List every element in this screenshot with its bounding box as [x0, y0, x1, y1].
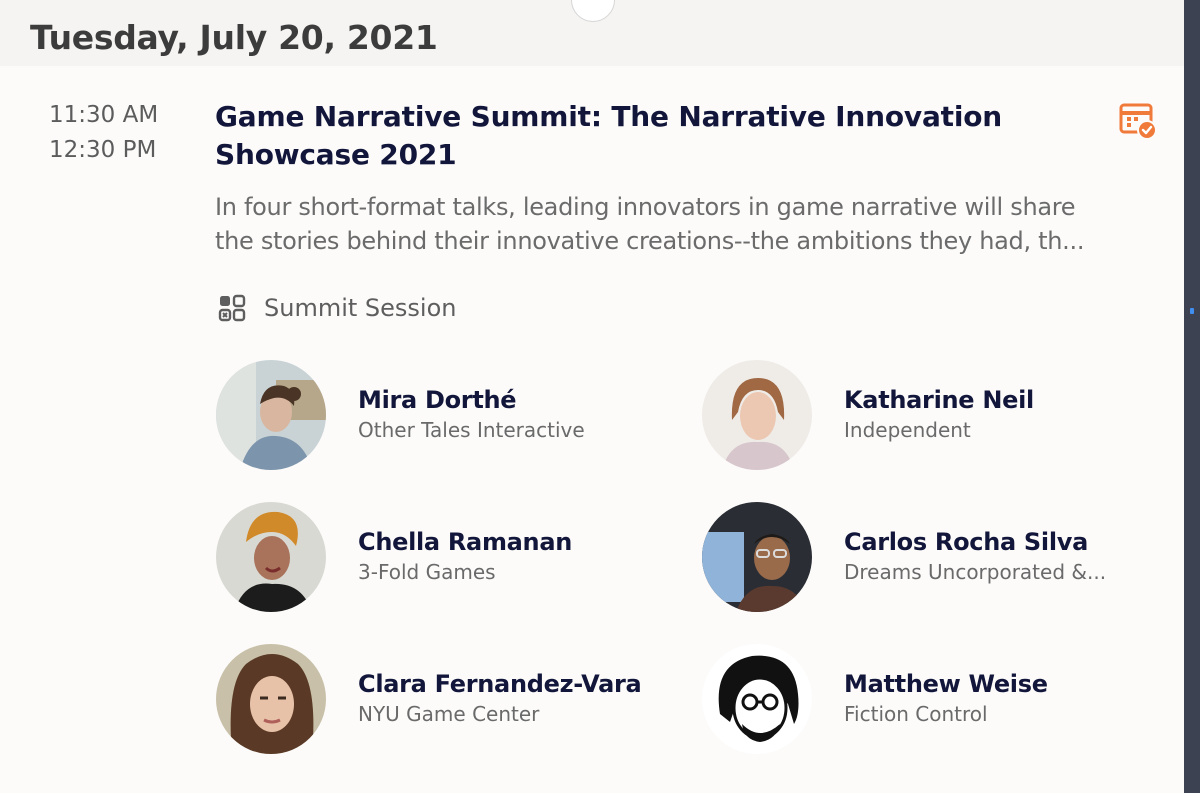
- session-type-label: Summit Session: [264, 294, 457, 322]
- speaker-name: Matthew Weise: [844, 670, 1048, 698]
- session-type: Summit Session: [218, 292, 456, 324]
- avatar: [216, 502, 326, 612]
- speaker-item[interactable]: Matthew Weise Fiction Control: [702, 644, 1144, 754]
- speaker-name: Katharine Neil: [844, 386, 1034, 414]
- avatar: [702, 360, 812, 470]
- speaker-org: NYU Game Center: [358, 702, 540, 726]
- end-time: 12:30 PM: [49, 137, 157, 163]
- speaker-item[interactable]: Chella Ramanan 3-Fold Games: [216, 502, 658, 612]
- description-line: In four short-format talks, leading inno…: [215, 193, 1076, 221]
- speaker-name: Mira Dorthé: [358, 386, 517, 414]
- speaker-item[interactable]: Clara Fernandez-Vara NYU Game Center: [216, 644, 658, 754]
- speaker-item[interactable]: Katharine Neil Independent: [702, 360, 1144, 470]
- speaker-name: Carlos Rocha Silva: [844, 528, 1089, 556]
- speaker-name: Clara Fernandez-Vara: [358, 670, 642, 698]
- speaker-org: Independent: [844, 418, 971, 442]
- speaker-org: 3-Fold Games: [358, 560, 496, 584]
- avatar: [216, 644, 326, 754]
- start-time: 11:30 AM: [49, 102, 159, 128]
- speaker-org: Dreams Uncorporated &...: [844, 560, 1107, 584]
- avatar: [702, 502, 812, 612]
- edge-indicator: [1190, 308, 1194, 314]
- speaker-item[interactable]: Carlos Rocha Silva Dreams Uncorporated &…: [702, 502, 1144, 612]
- speaker-org: Other Tales Interactive: [358, 418, 585, 442]
- session-description: In four short-format talks, leading inno…: [215, 190, 1155, 258]
- avatar: [216, 360, 326, 470]
- calendar-check-icon: [1119, 103, 1157, 140]
- date-heading: Tuesday, July 20, 2021: [30, 18, 438, 57]
- grid-apps-icon: [218, 294, 246, 322]
- session-title[interactable]: Game Narrative Summit: The Narrative Inn…: [215, 98, 1095, 174]
- right-edge-strip: [1184, 0, 1200, 793]
- avatar: [702, 644, 812, 754]
- description-line: the stories behind their innovative crea…: [215, 227, 1085, 255]
- add-to-calendar-button[interactable]: [1118, 102, 1158, 140]
- speaker-item[interactable]: Mira Dorthé Other Tales Interactive: [216, 360, 658, 470]
- speaker-name: Chella Ramanan: [358, 528, 573, 556]
- speaker-org: Fiction Control: [844, 702, 988, 726]
